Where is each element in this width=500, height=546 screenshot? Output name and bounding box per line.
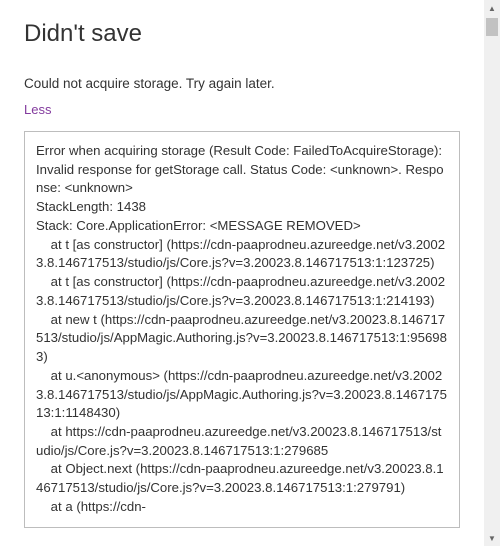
scrollbar-track[interactable]: ▲ ▼ — [484, 0, 500, 546]
error-details-box[interactable]: Error when acquiring storage (Result Cod… — [24, 131, 460, 528]
scroll-down-arrow-icon[interactable]: ▼ — [484, 530, 500, 546]
dialog-title: Didn't save — [24, 20, 460, 48]
scroll-up-arrow-icon[interactable]: ▲ — [484, 0, 500, 16]
dialog-message: Could not acquire storage. Try again lat… — [24, 76, 460, 91]
scrollbar-thumb[interactable] — [486, 18, 498, 36]
toggle-details-link[interactable]: Less — [24, 102, 51, 117]
dialog-content: Didn't save Could not acquire storage. T… — [24, 20, 476, 528]
error-dialog: Didn't save Could not acquire storage. T… — [0, 0, 500, 546]
